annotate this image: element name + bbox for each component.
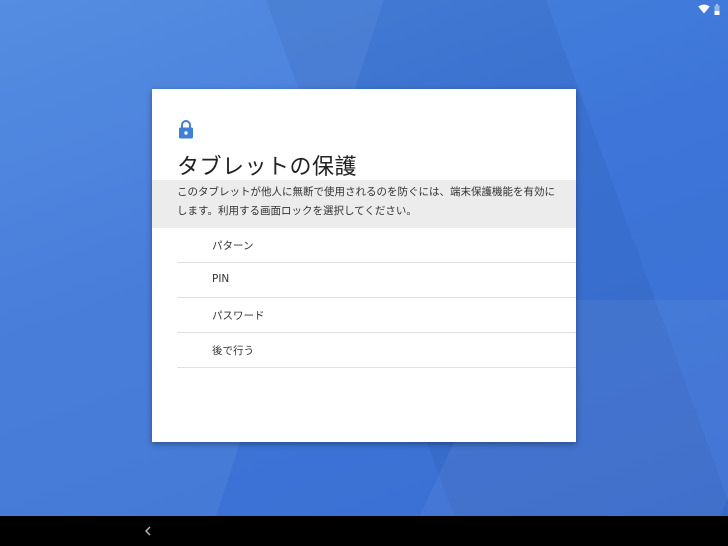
option-password[interactable]: パスワード bbox=[177, 298, 576, 333]
option-pin[interactable]: PIN bbox=[177, 263, 576, 298]
back-icon bbox=[145, 526, 151, 536]
option-label: 後で行う bbox=[212, 345, 254, 357]
page-title: タブレットの保護 bbox=[177, 155, 358, 180]
status-bar bbox=[698, 2, 720, 16]
back-button[interactable] bbox=[138, 521, 158, 541]
wifi-icon bbox=[698, 4, 710, 14]
screen-lock-options: パターン PIN パスワード 後で行う bbox=[177, 228, 576, 368]
option-label: パターン bbox=[212, 240, 254, 252]
description-panel: このタブレットが他人に無断で使用されるのを防ぐには、端末保護機能を有効にします。… bbox=[152, 180, 576, 228]
protect-tablet-card: タブレットの保護 このタブレットが他人に無断で使用されるのを防ぐには、端末保護機… bbox=[152, 89, 576, 442]
setup-screen: タブレットの保護 このタブレットが他人に無断で使用されるのを防ぐには、端末保護機… bbox=[0, 0, 728, 546]
navigation-bar bbox=[0, 516, 728, 546]
description-text: このタブレットが他人に無断で使用されるのを防ぐには、端末保護機能を有効にします。… bbox=[177, 186, 555, 217]
option-pattern[interactable]: パターン bbox=[177, 228, 576, 263]
option-later[interactable]: 後で行う bbox=[177, 333, 576, 368]
option-label: PIN bbox=[212, 273, 230, 285]
lock-icon bbox=[179, 120, 193, 139]
option-label: パスワード bbox=[212, 310, 265, 322]
battery-icon bbox=[714, 3, 720, 15]
